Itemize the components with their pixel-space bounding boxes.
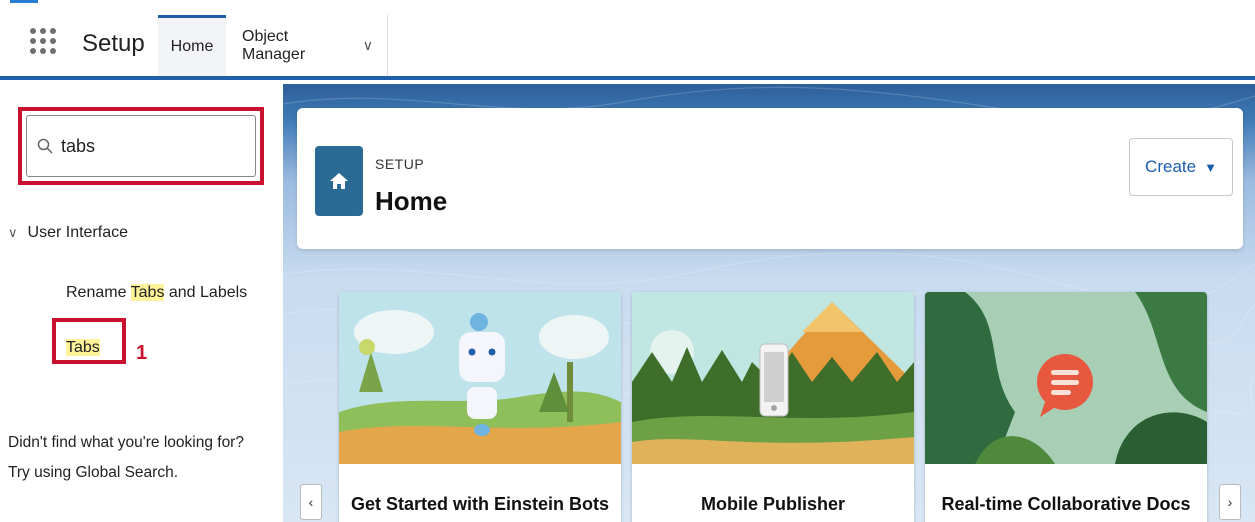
search-match: Tabs (130, 284, 165, 301)
tree-item-tabs[interactable]: Tabs (66, 339, 100, 357)
tree-group-user-interface[interactable]: ∨ User Interface (8, 224, 128, 242)
tab-object-manager[interactable]: Object Manager ∨ (228, 15, 388, 76)
search-match: Tabs (66, 339, 100, 356)
tree-item-rename-tabs-and-labels[interactable]: Rename Tabs and Labels (66, 284, 247, 302)
mobile-publisher-illustration (632, 292, 914, 464)
top-accent (10, 0, 38, 3)
card-mobile-publisher[interactable]: Mobile Publisher (632, 292, 914, 522)
search-icon (37, 138, 53, 154)
help-line-2: Try using Global Search. (8, 464, 179, 481)
chevron-left-icon: ‹ (308, 494, 314, 510)
collaborative-docs-illustration (925, 292, 1207, 464)
main-content: SETUP Home Create ▼ Get Started with Ein… (283, 84, 1255, 522)
home-icon (315, 146, 363, 216)
global-header: Setup Home Object Manager ∨ (0, 0, 1255, 80)
step-marker: 1 (136, 342, 148, 364)
home-glyph (330, 173, 348, 189)
page-title: Home (375, 186, 448, 216)
tab-home[interactable]: Home (158, 15, 226, 76)
tree-group-label: User Interface (27, 224, 128, 241)
card-einstein-bots[interactable]: Get Started with Einstein Bots (339, 292, 621, 522)
top-strip (0, 0, 1255, 12)
chevron-right-icon: › (1227, 494, 1233, 510)
card-title: Mobile Publisher (700, 494, 846, 514)
card-title: Real-time Collaborative Docs (941, 494, 1191, 514)
tab-home-label: Home (170, 38, 214, 55)
einstein-bots-illustration (339, 292, 621, 464)
carousel-next-button[interactable]: › (1219, 484, 1241, 520)
create-button-label: Create (1145, 157, 1197, 176)
caret-down-icon: ▼ (1204, 159, 1217, 175)
help-line-1: Didn't find what you're looking for? (8, 434, 244, 451)
app-name: Setup (82, 30, 145, 57)
help-text: Didn't find what you're looking for? Try… (8, 428, 268, 488)
tree-item-label-suffix: and Labels (164, 284, 248, 301)
app-launcher-icon[interactable] (30, 28, 56, 54)
page-header-card: SETUP Home Create ▼ (297, 108, 1243, 249)
create-button[interactable]: Create ▼ (1129, 138, 1233, 196)
card-collaborative-docs[interactable]: Real-time Collaborative Docs (925, 292, 1207, 522)
tab-object-manager-label: Object Manager (242, 27, 306, 63)
carousel-prev-button[interactable]: ‹ (300, 484, 322, 520)
page-eyebrow: SETUP (375, 156, 425, 172)
setup-sidebar: ∨ User Interface Rename Tabs and Labels … (0, 84, 283, 522)
quick-find-input[interactable] (61, 135, 231, 157)
chevron-down-icon[interactable]: ∨ (8, 225, 18, 241)
quick-find-container (26, 115, 256, 177)
search-highlight-box (18, 107, 264, 185)
chevron-down-icon[interactable]: ∨ (363, 37, 373, 54)
tree-item-label-prefix: Rename (66, 284, 131, 301)
card-title: Get Started with Einstein Bots (350, 494, 610, 514)
